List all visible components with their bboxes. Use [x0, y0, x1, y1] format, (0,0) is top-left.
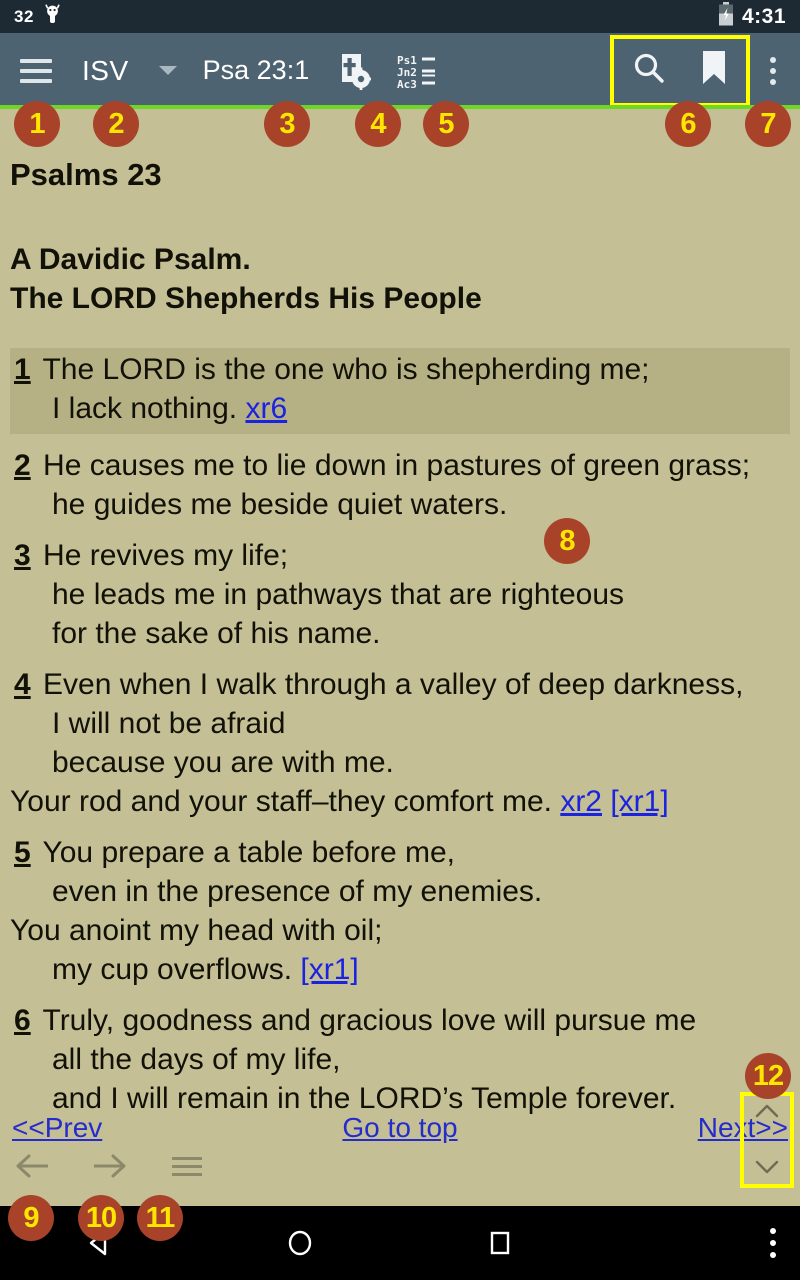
cross-reference-link[interactable]: xr2: [560, 785, 602, 818]
search-icon[interactable]: [632, 51, 666, 90]
bible-version-label[interactable]: ISV: [82, 55, 129, 87]
verse-number[interactable]: 1: [10, 353, 35, 386]
verse-line: because you are with me.: [52, 746, 394, 780]
footer-icon-bar: [14, 1152, 204, 1185]
verse-number[interactable]: 5: [10, 836, 35, 869]
annotation-marker-4: 4: [355, 101, 401, 147]
passage-reference-label[interactable]: Psa 23:1: [203, 55, 310, 86]
status-bar-left: 32: [14, 4, 61, 29]
annotation-marker-6: 6: [665, 101, 711, 147]
psalm-superscription: A Davidic Psalm.: [10, 243, 251, 277]
verse-line: all the days of my life,: [52, 1043, 341, 1077]
verse-line: for the sake of his name.: [52, 617, 381, 651]
annotation-marker-3: 3: [264, 101, 310, 147]
verse-line: I lack nothing. xr6: [52, 392, 288, 426]
search-bookmark-highlight-box: [610, 34, 750, 107]
bookmark-icon[interactable]: [700, 50, 728, 91]
annotation-marker-9: 9: [8, 1195, 54, 1241]
chevron-up-icon[interactable]: [754, 1101, 780, 1123]
verse-number[interactable]: 2: [10, 449, 35, 482]
passage-list-icon[interactable]: Ps1 Jn2 Ac3: [397, 53, 437, 89]
arrow-right-icon[interactable]: [92, 1152, 128, 1185]
verse-line: 2 He causes me to lie down in pastures o…: [10, 446, 790, 485]
verse-line: 3 He revives my life;: [10, 536, 790, 575]
verse-line: 4 Even when I walk through a valley of d…: [10, 665, 790, 704]
battery-charging-icon: [718, 2, 734, 31]
verse-3[interactable]: 3 He revives my life; he leads me in path…: [10, 536, 790, 653]
chapter-nav-links: <<Prev Go to top Next>>: [0, 1112, 800, 1144]
status-bar-right: 4:31: [718, 2, 786, 31]
scroll-control-highlight-box: [740, 1092, 794, 1188]
verse-number[interactable]: 6: [10, 1004, 35, 1037]
verse-line: he guides me beside quiet waters.: [52, 488, 508, 522]
verse-line: You anoint my head with oil;: [10, 914, 383, 948]
notification-count: 32: [14, 6, 34, 26]
status-bar-clock: 4:31: [741, 4, 786, 28]
prev-chapter-link[interactable]: <<Prev: [12, 1112, 102, 1144]
annotation-marker-10: 10: [78, 1195, 124, 1241]
svg-text:Ac3: Ac3: [397, 78, 417, 89]
scripture-content: Psalms 23 A Davidic Psalm. The LORD Shep…: [0, 109, 800, 1206]
android-status-bar: 32 4:31: [0, 0, 800, 33]
verse-number[interactable]: 3: [10, 539, 35, 572]
verse-line: 1 The LORD is the one who is shepherding…: [10, 350, 790, 389]
verse-line: he leads me in pathways that are righteo…: [52, 578, 625, 612]
annotation-marker-2: 2: [93, 101, 139, 147]
verse-5[interactable]: 5 You prepare a table before me, even in …: [10, 833, 790, 989]
annotation-marker-8: 8: [544, 518, 590, 564]
app-root: 32 4:31 ISV Psa 23:1 Ps1 Jn2 Ac3 Psalms …: [0, 0, 800, 1280]
footer-hamburger-menu-icon[interactable]: [170, 1153, 204, 1184]
psalm-section-heading: The LORD Shepherds His People: [10, 282, 482, 316]
app-toolbar: ISV Psa 23:1 Ps1 Jn2 Ac3: [0, 33, 800, 108]
verse-line: 6 Truly, goodness and gracious love will…: [10, 1001, 790, 1040]
verse-line: I will not be afraid: [52, 707, 286, 741]
android-robot-icon: [44, 4, 61, 29]
chevron-down-icon[interactable]: [754, 1157, 780, 1179]
hamburger-menu-icon[interactable]: [14, 51, 58, 91]
annotation-marker-5: 5: [423, 101, 469, 147]
overflow-menu-icon[interactable]: [754, 51, 786, 91]
square-recents-icon[interactable]: [400, 1228, 600, 1258]
circle-home-icon[interactable]: [200, 1228, 400, 1258]
nav-overflow-menu-icon[interactable]: [770, 1228, 776, 1258]
bible-cross-gear-icon[interactable]: [335, 52, 372, 90]
annotation-marker-7: 7: [745, 101, 791, 147]
verse-number[interactable]: 4: [10, 668, 35, 701]
arrow-left-icon[interactable]: [14, 1152, 50, 1185]
verse-line: even in the presence of my enemies.: [52, 875, 543, 909]
cross-reference-link[interactable]: [xr1]: [610, 785, 668, 818]
verse-line: Your rod and your staff–they comfort me.…: [10, 785, 669, 819]
verse-1[interactable]: 1 The LORD is the one who is shepherding…: [10, 348, 790, 435]
go-to-top-wrapper: Go to top: [102, 1112, 697, 1144]
verse-4[interactable]: 4 Even when I walk through a valley of d…: [10, 665, 790, 821]
verse-line: 5 You prepare a table before me,: [10, 833, 790, 872]
verse-line: my cup overflows. [xr1]: [52, 953, 359, 987]
annotation-marker-12: 12: [745, 1053, 791, 1099]
cross-reference-link[interactable]: xr6: [245, 392, 287, 425]
verse-6[interactable]: 6 Truly, goodness and gracious love will…: [10, 1001, 790, 1118]
verse-list: 1 The LORD is the one who is shepherding…: [10, 348, 790, 1118]
cross-reference-link[interactable]: [xr1]: [300, 953, 358, 986]
annotation-marker-11: 11: [137, 1195, 183, 1241]
chevron-down-icon[interactable]: [158, 66, 177, 75]
annotation-marker-1: 1: [14, 101, 60, 147]
verse-2[interactable]: 2 He causes me to lie down in pastures o…: [10, 446, 790, 524]
go-to-top-link[interactable]: Go to top: [342, 1112, 457, 1143]
